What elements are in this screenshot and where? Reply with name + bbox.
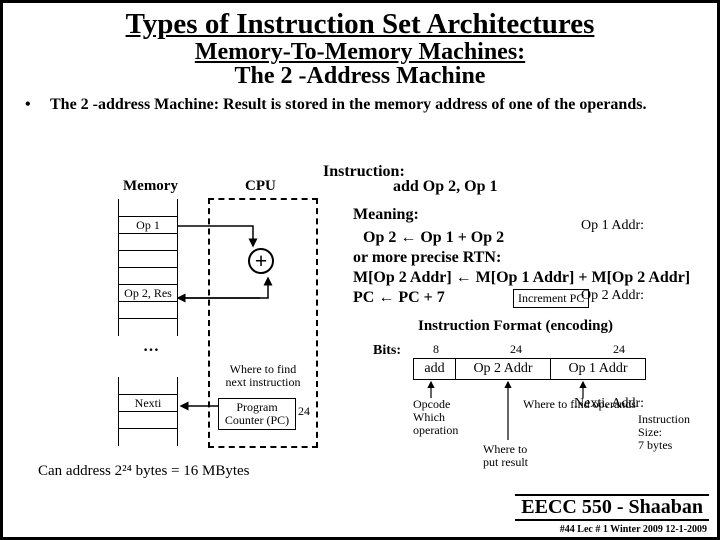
meaning-label: Meaning: (353, 206, 419, 224)
memory-column-top: Op 1 Op 2, Res (118, 200, 178, 336)
format-heading: Instruction Format (encoding) (418, 318, 613, 335)
mem-cell-nexti: Nexti (118, 394, 178, 412)
subtitle-1: Memory-To-Memory Machines: (3, 39, 717, 66)
rtn-line-4: PC ← PC + 7 (353, 288, 445, 308)
footer-badge: EECC 550 - Shaaban (515, 494, 709, 521)
op1-addr-label: Op 1 Addr: (574, 218, 644, 234)
main-title: Types of Instruction Set Architectures (3, 8, 717, 41)
addr-space-note: Can address 2²⁴ bytes = 16 MBytes (38, 463, 250, 480)
field-opcode: add (414, 359, 456, 380)
field-addr1: Op 2 Addr (456, 359, 551, 380)
bullet-marker: • (25, 96, 50, 114)
bullet-text: The 2 -address Machine: Result is stored… (50, 96, 695, 114)
result-arrow-icon (453, 380, 523, 450)
mem-cell (118, 377, 178, 395)
inst-size-note: Instruction Size: 7 bytes (638, 413, 690, 453)
diagram-area: Memory Op 1 Op 2, Res Op 1 Addr: Op 2 Ad… (13, 158, 707, 527)
increment-pc-box: Increment PC (513, 289, 589, 308)
mem-cell (118, 250, 178, 268)
mem-cell-op2: Op 2, Res (118, 284, 178, 302)
rtn-line-2: or more precise RTN: (353, 248, 501, 268)
subtitle-2: The 2 -Address Machine (3, 63, 717, 90)
pc-note: Where to find next instruction (218, 363, 308, 389)
mem-cell (118, 428, 178, 446)
pc-arrow-icon (178, 401, 223, 415)
memory-column-bottom: Nexti (118, 378, 178, 446)
result-note: Where to put result (483, 443, 528, 469)
footer-small: #44 Lec # 1 Winter 2009 12-1-2009 (560, 524, 707, 535)
rtn-line-1: Op 2 ← Op 1 + Op 2 (363, 228, 504, 248)
mem-cell (118, 301, 178, 319)
pc-box: Program Counter (PC) (218, 398, 296, 430)
mem-cell-op1: Op 1 (118, 216, 178, 234)
mem-cell (118, 411, 178, 429)
bits-label: Bits: (373, 343, 401, 359)
mem-cell (118, 318, 178, 336)
field-addr2: Op 1 Addr (551, 359, 646, 380)
memory-heading: Memory (123, 178, 178, 195)
bits-a2: 24 (613, 343, 625, 356)
ellipsis-icon: … (143, 338, 161, 356)
rtn-line-3: M[Op 2 Addr] ← M[Op 1 Addr] + M[Op 2 Add… (353, 268, 690, 288)
op2-arrow-icon (178, 273, 278, 313)
operands-note: Where to find operands (523, 398, 636, 411)
bits-a1: 24 (510, 343, 522, 356)
pc-bits: 24 (298, 405, 310, 418)
opcode-note: Opcode Which operation (413, 398, 458, 438)
mem-cell (118, 199, 178, 217)
slide: Types of Instruction Set Architectures M… (0, 0, 720, 540)
mem-cell (118, 233, 178, 251)
bits-op: 8 (433, 343, 439, 356)
cpu-heading: CPU (245, 178, 276, 195)
instruction-example: add Op 2, Op 1 (393, 178, 497, 196)
bullet-row: • The 2 -address Machine: Result is stor… (3, 96, 717, 114)
mem-cell (118, 267, 178, 285)
format-table: add Op 2 Addr Op 1 Addr (413, 358, 646, 380)
